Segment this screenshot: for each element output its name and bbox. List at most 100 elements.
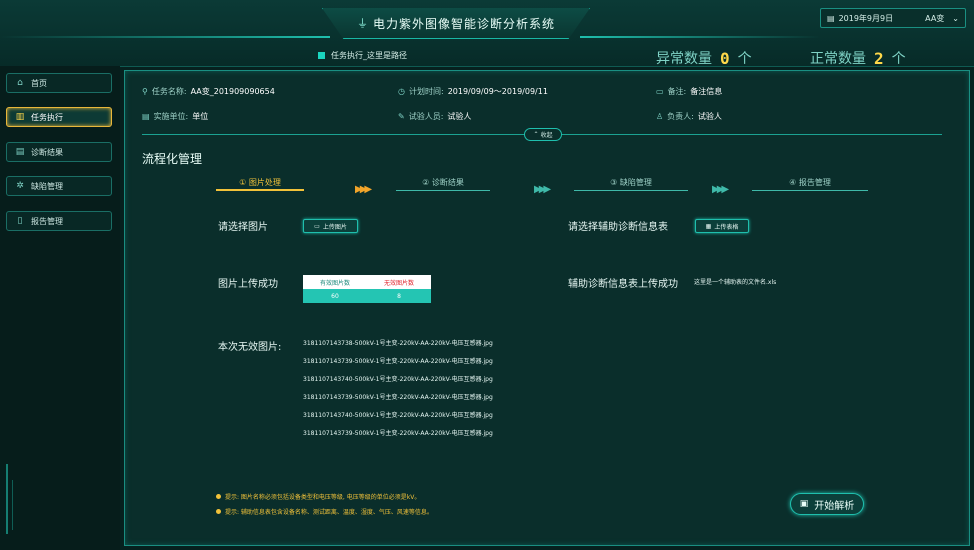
step-arrow-icon: ▶▶▶	[355, 184, 372, 195]
tester-value: 试验人	[447, 112, 472, 121]
table-success-label: 辅助诊断信息表上传成功	[568, 279, 678, 290]
user-icon: ♙	[656, 112, 664, 121]
sidebar-deco-line-2	[12, 480, 13, 530]
sidebar-item-label: 诊断结果	[31, 147, 63, 157]
sidebar-deco-line	[6, 464, 8, 534]
normal-unit: 个	[891, 51, 906, 67]
sidebar-item-task[interactable]: ▥ 任务执行	[6, 107, 112, 127]
step-underline	[396, 190, 490, 191]
owner: ♙ 负责人: 试验人	[656, 111, 722, 122]
step-defect[interactable]: ③ 缺陷管理	[574, 177, 688, 188]
step-diagnosis[interactable]: ② 诊断结果	[396, 177, 490, 188]
app-title-text: 电力紫外图像智能诊断分析系统	[372, 16, 555, 31]
owner-value: 试验人	[697, 112, 722, 121]
warning-dot-icon	[216, 494, 221, 499]
collapse-button[interactable]: ⌃ 收起	[524, 128, 562, 141]
sidebar-item-home[interactable]: ⌂ 首页	[6, 73, 112, 93]
station-text: AA变	[925, 13, 945, 23]
warning-dot-icon	[216, 509, 221, 514]
invalid-file-item: 3181107143739-500kV-1号主变-220kV-AA-220kV-…	[303, 358, 493, 365]
invalid-file-item: 3181107143740-500kV-1号主变-220kV-AA-220kV-…	[303, 412, 493, 419]
start-analysis-label: 开始解析	[814, 500, 855, 512]
impl-unit-label: 实施单位:	[153, 112, 189, 121]
invalid-file-item: 3181107143739-500kV-1号主变-220kV-AA-220kV-…	[303, 394, 493, 401]
invalid-list-label: 本次无效图片:	[218, 342, 282, 353]
step-underline	[752, 190, 868, 191]
remark: ▭ 备注: 备注信息	[656, 86, 722, 97]
task-icon: ▥	[15, 112, 25, 122]
invalid-header: 无效图片数	[367, 275, 431, 289]
result-icon: ▤	[15, 147, 25, 157]
breadcrumb-icon	[318, 52, 325, 59]
chevron-up-icon: ⌃	[533, 131, 539, 138]
plan-time: ◷ 计划时间: 2019/09/09～2019/09/11	[398, 86, 548, 97]
upload-icon: ▭	[314, 222, 320, 230]
normal-label: 正常数量	[810, 51, 866, 67]
sidebar-item-label: 首页	[31, 78, 47, 88]
clock-icon: ◷	[398, 87, 405, 96]
step-underline	[574, 190, 688, 191]
abnormal-unit: 个	[737, 51, 752, 67]
building-icon: ▤	[142, 112, 150, 121]
abnormal-label: 异常数量	[656, 51, 712, 67]
sidebar-item-result[interactable]: ▤ 诊断结果	[6, 142, 112, 162]
note-icon: ▭	[656, 87, 664, 96]
home-icon: ⌂	[17, 78, 23, 88]
owner-label: 负责人:	[667, 112, 694, 121]
app-title: ⏚ 电力紫外图像智能诊断分析系统	[322, 8, 590, 39]
calendar-icon: ▤	[827, 13, 835, 23]
sidebar-item-defect[interactable]: ✲ 缺陷管理	[6, 176, 112, 196]
power-icon: ⏚	[356, 17, 369, 30]
sidebar-item-label: 报告管理	[31, 216, 63, 226]
impl-unit: ▤ 实施单位: 单位	[142, 111, 208, 122]
tip-1: 提示: 图片名称必须包括设备类型和电压等级, 电压等级的单位必须是kV。	[216, 492, 420, 501]
image-success-label: 图片上传成功	[218, 279, 278, 290]
chevron-down-icon: ⌄	[952, 13, 959, 23]
collapse-label: 收起	[540, 132, 553, 139]
breadcrumb-text: 任务执行_这里是路径	[331, 51, 407, 60]
upload-table-label: 上传表格	[714, 223, 739, 231]
main-panel	[124, 70, 970, 546]
select-table-label: 请选择辅助诊断信息表	[568, 222, 668, 233]
valid-header: 有效图片数	[303, 275, 367, 289]
step-arrow-icon: ▶▶▶	[534, 184, 551, 195]
remark-value: 备注信息	[690, 87, 723, 96]
tag-icon: ⚲	[142, 87, 148, 96]
image-count-table: 有效图片数 无效图片数 60 8	[303, 275, 431, 303]
defect-icon: ✲	[16, 181, 24, 191]
sidebar	[0, 66, 120, 550]
tip-2: 提示: 辅助信息表包含设备名称、测试距离、温度、湿度、气压、风速等信息。	[216, 507, 433, 516]
task-name: ⚲ 任务名称: AA变_201909090654	[142, 86, 275, 97]
date-station-selector[interactable]: ▤ 2019年9月9日 AA变 ⌄	[820, 8, 966, 28]
flow-title: 流程化管理	[142, 152, 203, 166]
tester-label: 试验人员:	[408, 112, 444, 121]
sidebar-item-label: 缺陷管理	[31, 181, 63, 191]
step-image-process[interactable]: ① 图片处理	[216, 177, 304, 188]
step-arrow-icon: ▶▶▶	[712, 184, 729, 195]
upload-image-button[interactable]: ▭ 上传图片	[303, 219, 358, 233]
plan-time-label: 计划时间:	[408, 87, 444, 96]
valid-count: 60	[303, 289, 367, 303]
sidebar-item-label: 任务执行	[31, 112, 63, 122]
pen-icon: ✎	[398, 112, 405, 121]
table-icon: ▦	[705, 222, 712, 230]
normal-count: 2	[874, 48, 884, 68]
select-image-label: 请选择图片	[218, 222, 268, 233]
invalid-count: 8	[367, 289, 431, 303]
document-icon: ▣	[799, 499, 809, 509]
title-deco-line-right	[580, 36, 820, 38]
invalid-file-item: 3181107143740-500kV-1号主变-220kV-AA-220kV-…	[303, 376, 493, 383]
upload-table-button[interactable]: ▦ 上传表格	[695, 219, 749, 233]
abnormal-count: 0	[720, 48, 730, 68]
step-underline-active	[216, 189, 304, 191]
breadcrumb: 任务执行_这里是路径	[318, 50, 407, 61]
invalid-file-item: 3181107143739-500kV-1号主变-220kV-AA-220kV-…	[303, 430, 493, 437]
start-analysis-button[interactable]: ▣ 开始解析	[790, 493, 864, 515]
task-name-value: AA变_201909090654	[190, 87, 275, 96]
tip-text: 提示: 图片名称必须包括设备类型和电压等级, 电压等级的单位必须是kV。	[225, 494, 421, 501]
report-icon: ▯	[17, 216, 23, 226]
step-report[interactable]: ④ 报告管理	[752, 177, 868, 188]
task-name-label: 任务名称:	[151, 87, 187, 96]
abnormal-stat: 异常数量 0 个	[656, 48, 752, 68]
sidebar-item-report[interactable]: ▯ 报告管理	[6, 211, 112, 231]
